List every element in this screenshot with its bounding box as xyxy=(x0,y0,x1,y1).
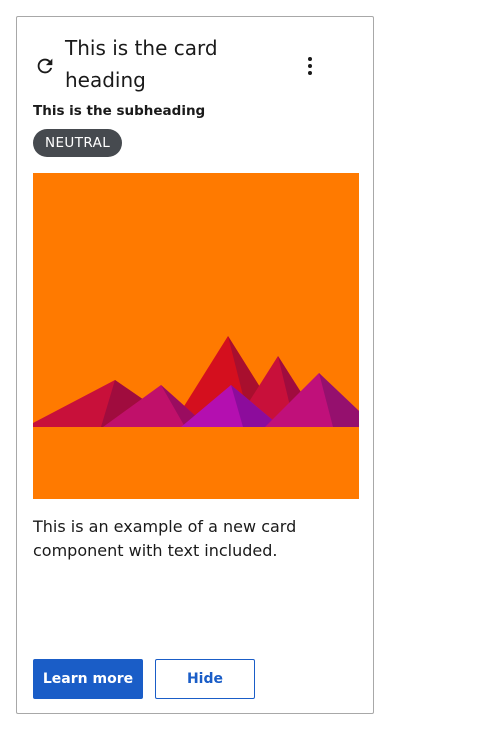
learn-more-button[interactable]: Learn more xyxy=(33,659,143,699)
mountains-illustration xyxy=(33,173,359,499)
refresh-button[interactable] xyxy=(34,55,56,77)
card-subheading: This is the subheading xyxy=(33,103,206,119)
hide-button[interactable]: Hide xyxy=(155,659,255,699)
refresh-icon xyxy=(37,58,53,74)
card-heading: This is the card heading xyxy=(65,36,218,92)
more-vertical-icon xyxy=(308,57,312,75)
card: This is the card heading This is the sub… xyxy=(16,16,374,714)
status-badge: NEUTRAL xyxy=(33,129,123,157)
card-body-text: This is an example of a new card compone… xyxy=(33,517,297,560)
card-image xyxy=(33,173,359,499)
more-options-button[interactable] xyxy=(300,53,320,79)
